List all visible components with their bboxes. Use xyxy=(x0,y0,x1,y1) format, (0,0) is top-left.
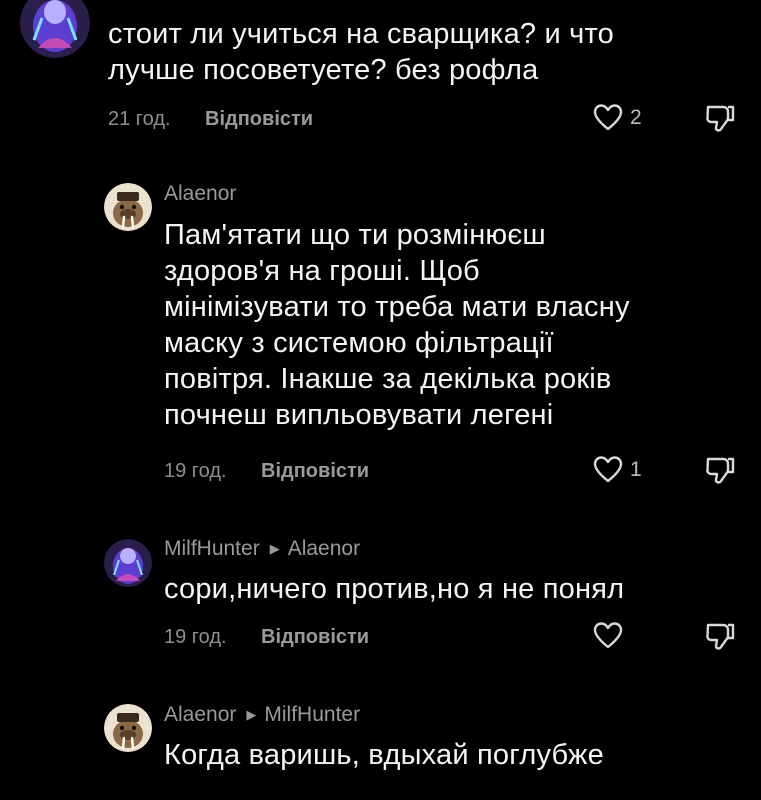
reply-button[interactable]: Відповісти xyxy=(261,458,369,484)
comment-author: Alaenor ▶ MilfHunter xyxy=(164,703,360,727)
purple-figure-avatar-icon xyxy=(20,0,90,58)
author-name[interactable]: Alaenor xyxy=(164,703,236,726)
avatar[interactable] xyxy=(104,704,152,752)
walrus-avatar-icon xyxy=(104,183,152,231)
avatar[interactable] xyxy=(104,539,152,587)
comment-text-line: сори,ничего против,но я не понял xyxy=(164,573,625,605)
avatar[interactable] xyxy=(104,183,152,231)
author-name[interactable]: MilfHunter xyxy=(164,537,260,560)
avatar[interactable] xyxy=(20,0,90,58)
purple-figure-avatar-icon xyxy=(104,539,152,587)
thumb-down-outline-icon xyxy=(706,457,735,484)
reply-to-name[interactable]: Alaenor xyxy=(288,537,360,560)
comment-text-line: Пам'ятати що ти розмінюєш xyxy=(164,219,546,251)
like-button[interactable] xyxy=(592,102,624,134)
comment-text: Пам'ятати що ти розмінюєш здоров'я на гр… xyxy=(164,217,630,433)
comment-time: 19 год. xyxy=(164,460,227,482)
dislike-button[interactable] xyxy=(704,620,738,654)
comment-text-line: маску з системою фільтрації xyxy=(164,327,554,359)
comment-meta: 21 год. Відповісти xyxy=(108,106,313,132)
comment-text-line: повітря. Інакше за декілька років xyxy=(164,363,612,395)
heart-outline-icon xyxy=(593,456,623,483)
triangle-right-icon: ▶ xyxy=(246,707,257,722)
heart-outline-icon xyxy=(593,104,623,131)
like-button[interactable] xyxy=(592,620,624,652)
comment-author: Alaenor xyxy=(164,182,236,206)
comment-time: 21 год. xyxy=(108,108,171,130)
thumb-down-outline-icon xyxy=(706,623,735,650)
dislike-button[interactable] xyxy=(704,454,738,488)
heart-outline-icon xyxy=(593,622,623,649)
reply-button[interactable]: Відповісти xyxy=(261,624,369,650)
comment-text-line: мінімізувати то треба мати власну xyxy=(164,291,630,323)
comment-text-line: стоит ли учиться на сварщика? и что xyxy=(108,18,614,50)
reply-button[interactable]: Відповісти xyxy=(205,106,313,132)
like-button[interactable] xyxy=(592,454,624,486)
comment-meta: 19 год. Відповісти xyxy=(164,458,369,484)
like-count: 2 xyxy=(630,106,642,129)
thumb-down-outline-icon xyxy=(706,105,735,132)
comment-text: сори,ничего против,но я не понял xyxy=(164,571,624,607)
reply-to-name[interactable]: MilfHunter xyxy=(264,703,360,726)
triangle-right-icon: ▶ xyxy=(269,541,280,556)
comment-text-line: лучше посоветуете? без рофла xyxy=(108,54,539,86)
dislike-button[interactable] xyxy=(704,102,738,136)
comment-author: MilfHunter ▶ Alaenor xyxy=(164,537,360,561)
comment-time: 19 год. xyxy=(164,626,227,648)
comment-text-line: Когда варишь, вдыхай поглубже xyxy=(164,739,604,771)
comment-text-line: почнеш випльовувати легені xyxy=(164,399,554,431)
like-count: 1 xyxy=(630,458,642,481)
comment-text-line: здоров'я на гроші. Щоб xyxy=(164,255,480,287)
comment-text: Когда варишь, вдыхай поглубже xyxy=(164,737,604,773)
author-name[interactable]: Alaenor xyxy=(164,182,236,205)
walrus-avatar-icon xyxy=(104,704,152,752)
comment-meta: 19 год. Відповісти xyxy=(164,624,369,650)
comment-text: стоит ли учиться на сварщика? и что лучш… xyxy=(108,16,614,88)
